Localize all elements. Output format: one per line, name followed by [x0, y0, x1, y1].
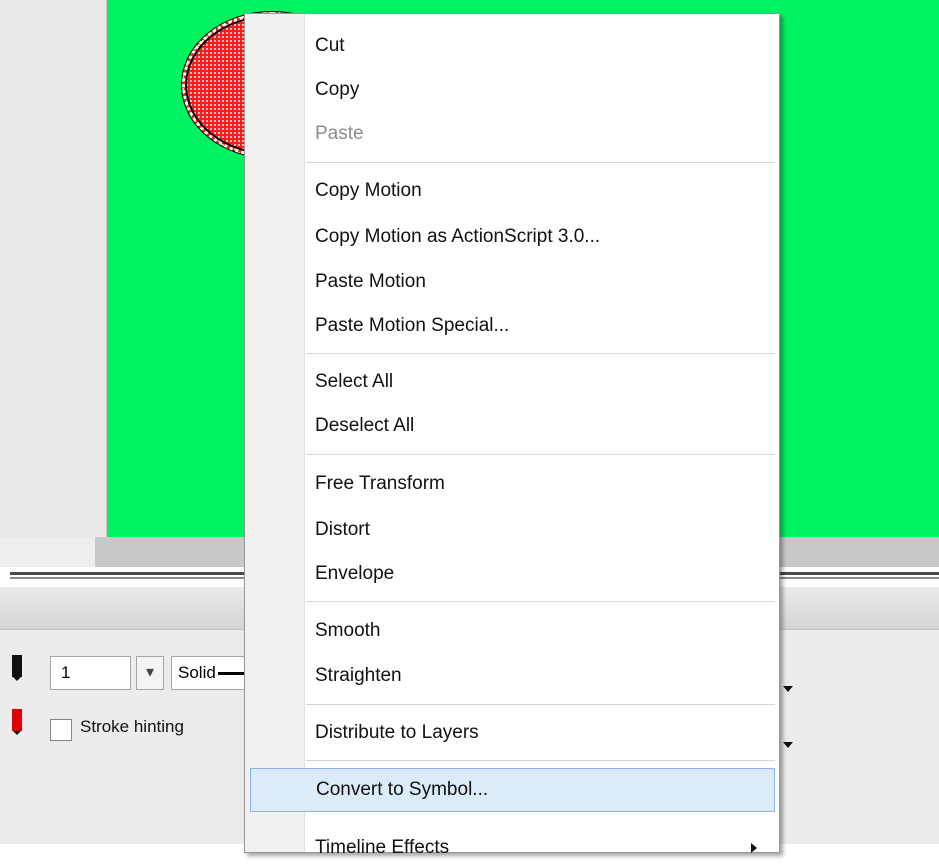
menu-item-distribute-to-layers[interactable]: Distribute to Layers — [245, 711, 779, 755]
menu-item-label: Distribute to Layers — [315, 722, 479, 743]
menu-item-label: Free Transform — [315, 473, 445, 494]
menu-separator — [306, 454, 775, 455]
menu-item-label: Copy Motion — [315, 180, 422, 201]
menu-separator — [306, 353, 775, 354]
menu-item-cut[interactable]: Cut — [245, 24, 779, 68]
dropdown-arrow-icon[interactable] — [783, 742, 793, 748]
menu-item-copy-motion-as3[interactable]: Copy Motion as ActionScript 3.0... — [245, 215, 779, 259]
menu-item-straighten[interactable]: Straighten — [245, 654, 779, 698]
menu-item-copy-motion[interactable]: Copy Motion — [245, 169, 779, 213]
menu-item-label: Select All — [315, 371, 394, 392]
menu-item-label: Distort — [315, 519, 370, 540]
menu-item-timeline-effects[interactable]: Timeline Effects — [245, 822, 779, 866]
stroke-style-label: Solid — [178, 663, 216, 682]
menu-item-paste-motion-special[interactable]: Paste Motion Special... — [245, 304, 779, 348]
menu-item-distort[interactable]: Distort — [245, 508, 779, 552]
dropdown-triangle-icon — [13, 677, 21, 681]
submenu-arrow-icon — [751, 843, 757, 853]
menu-item-label: Copy Motion as ActionScript 3.0... — [315, 226, 601, 247]
menu-item-smooth[interactable]: Smooth — [245, 609, 779, 653]
menu-item-label: Convert to Symbol... — [316, 779, 489, 800]
stroke-width-dropdown-button[interactable]: ▾ — [136, 656, 164, 690]
menu-item-label: Copy — [315, 79, 360, 100]
dropdown-arrow-icon[interactable] — [783, 686, 793, 692]
menu-separator — [306, 760, 775, 761]
menu-item-label: Deselect All — [315, 415, 415, 436]
menu-item-label: Straighten — [315, 665, 402, 686]
fill-color-swatch[interactable] — [12, 709, 22, 735]
menu-item-label: Envelope — [315, 563, 395, 584]
menu-item-paste: Paste — [245, 112, 779, 156]
menu-separator — [306, 704, 775, 705]
menu-item-label: Paste Motion — [315, 271, 426, 292]
menu-item-paste-motion[interactable]: Paste Motion — [245, 260, 779, 304]
menu-item-envelope[interactable]: Envelope — [245, 552, 779, 596]
menu-separator — [306, 162, 775, 163]
stroke-color-swatch[interactable] — [12, 655, 22, 681]
dropdown-triangle-icon — [13, 731, 21, 735]
menu-item-label: Cut — [315, 35, 345, 56]
stroke-hinting-label: Stroke hinting — [80, 717, 184, 736]
stroke-width-input[interactable]: 1 — [50, 656, 131, 690]
menu-item-label: Paste — [315, 123, 364, 144]
menu-item-free-transform[interactable]: Free Transform — [245, 462, 779, 506]
menu-separator — [306, 601, 775, 602]
menu-item-label: Paste Motion Special... — [315, 315, 510, 336]
menu-item-label: Smooth — [315, 620, 381, 641]
menu-item-select-all[interactable]: Select All — [245, 360, 779, 404]
menu-item-label: Timeline Effects — [315, 837, 450, 858]
stroke-style-select[interactable]: Solid — [171, 656, 251, 690]
menu-item-copy[interactable]: Copy — [245, 68, 779, 112]
left-canvas-gutter — [0, 0, 107, 537]
menu-item-convert-to-symbol[interactable]: Convert to Symbol... — [250, 768, 775, 812]
context-menu: Cut Copy Paste Copy Motion Copy Motion a… — [244, 13, 780, 858]
menu-item-deselect-all[interactable]: Deselect All — [245, 404, 779, 448]
stroke-hinting-checkbox[interactable] — [50, 719, 72, 741]
